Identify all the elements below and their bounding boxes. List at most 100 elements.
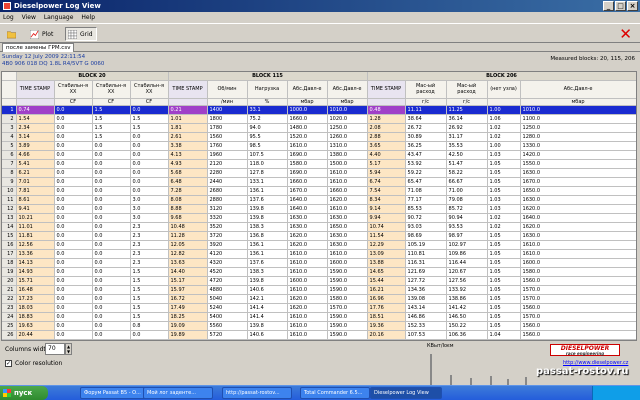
table-cell: 3.0 xyxy=(130,213,169,223)
table-cell: 133.1 xyxy=(247,177,288,187)
table-row[interactable]: 12 9.41 0.0 0.0 3.0 8.88 3120 139.8 1640.0 1610.0… xyxy=(2,204,636,214)
table-cell: 1.05 xyxy=(487,285,521,295)
table-row[interactable]: 10 7.81 0.0 0.0 0.0 7.28 2680 136.1 1670.0 1660.0… xyxy=(2,186,636,196)
open-folder-button[interactable] xyxy=(3,27,21,41)
menu-help[interactable]: Help xyxy=(78,12,98,23)
column-header[interactable]: Стабильн-я ХХ xyxy=(130,80,169,99)
taskbar-item[interactable]: http://passat-rostov... xyxy=(222,387,292,399)
column-header[interactable]: Абс.Давл-е xyxy=(287,80,328,99)
table-row[interactable]: 21 16.48 0.0 0.0 1.5 15.97 4880 140.6 1610.0 1590… xyxy=(2,285,636,295)
table-row[interactable]: 3 2.34 0.0 1.5 1.5 1.81 1780 94.0 1480.0 1250.0 2.… xyxy=(2,123,636,133)
plot-tab-button[interactable]: Plot xyxy=(27,27,57,41)
table-row[interactable]: 18 14.13 0.0 0.0 2.3 13.63 4320 137.6 1610.0 1600… xyxy=(2,258,636,268)
column-header[interactable]: Мас-ый расход xyxy=(405,80,447,99)
table-row[interactable]: 2 1.54 0.0 1.5 1.5 1.01 1800 75.2 1660.0 1020.0 1.… xyxy=(2,114,636,124)
table-cell: 142.1 xyxy=(247,294,288,304)
table-cell: 1110.0 xyxy=(520,339,636,340)
menu-log[interactable]: Log xyxy=(0,12,17,23)
table-cell: 1.05 xyxy=(487,294,521,304)
close-button[interactable]: × xyxy=(627,1,638,11)
table-row[interactable]: 20 15.71 0.0 0.0 1.5 15.17 4720 139.8 1600.0 1590… xyxy=(2,276,636,286)
table-row[interactable]: 6 4.66 0.0 0.0 0.0 4.13 1960 107.5 1690.0 1380.0 4… xyxy=(2,150,636,160)
column-header[interactable]: TIME STAMP xyxy=(168,80,208,99)
maximize-button[interactable]: □ xyxy=(615,1,626,11)
table-cell: 1.5 xyxy=(92,105,131,115)
table-cell: 1380.0 xyxy=(327,150,368,160)
table-row[interactable]: 2721.230.00.00.020.69548014.31000.01080.… xyxy=(2,339,636,340)
column-header[interactable]: Мас-ый расход xyxy=(446,80,488,99)
table-cell: 10.48 xyxy=(168,222,208,232)
table-row[interactable]: 11 8.61 0.0 0.0 3.0 8.08 2880 137.6 1640.0 1620.0… xyxy=(2,195,636,205)
table-cell: 0.0 xyxy=(54,339,93,340)
table-cell: 1.03 xyxy=(487,150,521,160)
data-grid[interactable]: BLOCK 20 BLOCK 115 BLOCK 206 TIME STAMP С… xyxy=(1,71,637,341)
columns-width-input[interactable]: 70 xyxy=(45,343,65,355)
column-unit xyxy=(16,98,55,106)
table-cell: 6.21 xyxy=(16,168,55,178)
color-resolution-checkbox[interactable]: ✓ Color resolution xyxy=(5,360,62,367)
file-tab[interactable]: после замены ГРМ.csv xyxy=(2,43,75,52)
column-header[interactable]: Абс.Давл-е xyxy=(327,80,368,99)
table-row[interactable]: 24 18.83 0.0 0.0 1.5 18.25 5400 141.4 1610.0 1590… xyxy=(2,312,636,322)
table-cell: 18.25 xyxy=(168,312,208,322)
table-cell: 1590.0 xyxy=(327,276,368,286)
table-row[interactable]: 14 11.01 0.0 0.0 2.3 10.48 3520 138.3 1630.0 1650… xyxy=(2,222,636,232)
table-row[interactable]: 8 6.21 0.0 0.0 0.0 5.68 2280 127.8 1690.0 1610.0 5… xyxy=(2,168,636,178)
table-cell: 137.6 xyxy=(247,258,288,268)
table-cell: 139.8 xyxy=(247,276,288,286)
column-header[interactable]: Нагрузка xyxy=(247,80,288,99)
bottom-panel: Columns width: 70 ▲ ▼ ✓ Color resolution К… xyxy=(0,342,640,385)
column-header[interactable]: TIME STAMP xyxy=(16,80,55,99)
column-header[interactable]: Стабильн-я ХХ xyxy=(92,80,131,99)
table-row[interactable]: 7 5.41 0.0 0.0 0.0 4.93 2120 118.0 1580.0 1500.0 5… xyxy=(2,159,636,169)
table-cell: 1.05 xyxy=(487,276,521,286)
table-row[interactable]: 26 20.44 0.0 0.0 0.0 19.89 5720 140.6 1610.0 1590… xyxy=(2,330,636,340)
grid-tab-button[interactable]: Grid xyxy=(65,27,97,41)
taskbar-item-active[interactable]: Dieselpower Log View xyxy=(370,387,442,399)
table-cell: 1000.0 xyxy=(287,339,328,340)
column-header[interactable]: (нет узла) xyxy=(487,80,521,99)
table-row[interactable]: 16 12.56 0.0 0.0 2.3 12.05 3920 136.1 1620.0 1630… xyxy=(2,240,636,250)
menu-language[interactable]: Language xyxy=(41,12,77,23)
minimize-button[interactable]: _ xyxy=(603,1,614,11)
table-cell: 16.21 xyxy=(367,285,406,295)
column-header[interactable]: Абс.Давл-е xyxy=(520,80,636,99)
table-cell: 16.72 xyxy=(168,294,208,304)
table-cell: 19.89 xyxy=(168,330,208,340)
block-header-206: BLOCK 206 xyxy=(367,72,636,81)
taskbar-item[interactable]: Форум Passat B5 - О... xyxy=(80,387,150,399)
table-cell: 1.5 xyxy=(92,123,131,133)
table-cell: 26.72 xyxy=(405,123,447,133)
table-row[interactable]: 1 0.74 0.0 1.5 0.0 0.21 1400 33.1 1000.0 1010.0 0.… xyxy=(2,105,636,115)
start-button[interactable]: пуск xyxy=(0,386,48,400)
table-row[interactable]: 17 13.36 0.0 0.0 2.3 12.82 4120 136.1 1610.0 1610… xyxy=(2,249,636,259)
table-row[interactable]: 9 7.01 0.0 0.0 0.0 6.48 2440 133.1 1660.0 1610.0 6… xyxy=(2,177,636,187)
table-row[interactable]: 15 11.81 0.0 0.0 2.3 11.28 3720 136.8 1620.0 1630… xyxy=(2,231,636,241)
column-header[interactable]: TIME STAMP xyxy=(367,80,406,99)
taskbar-item[interactable]: Мой лог заденте... xyxy=(143,387,213,399)
mini-chart xyxy=(430,354,527,385)
table-cell: 1080.0 xyxy=(327,339,368,340)
taskbar-item[interactable]: Total Commander 6.5... xyxy=(300,387,370,399)
table-cell: 0.0 xyxy=(54,330,93,340)
menu-view[interactable]: View xyxy=(19,12,39,23)
table-row[interactable]: 5 3.89 0.0 0.0 0.0 3.38 1760 98.5 1610.0 1310.0 3.… xyxy=(2,141,636,151)
columns-width-spinner[interactable]: ▲ ▼ xyxy=(65,343,72,355)
row-number: 4 xyxy=(2,132,17,142)
table-cell: 7.81 xyxy=(16,186,55,196)
table-row[interactable]: 4 3.14 0.0 1.5 0.0 2.61 1560 95.5 1520.0 1260.0 2.… xyxy=(2,132,636,142)
table-cell: 0.0 xyxy=(54,177,93,187)
table-row[interactable]: 19 14.93 0.0 0.0 1.5 14.40 4520 138.3 1610.0 1590… xyxy=(2,267,636,277)
close-x-icon[interactable]: ✕ xyxy=(619,25,632,43)
table-cell: 1.05 xyxy=(487,258,521,268)
table-cell: 53.92 xyxy=(405,159,447,169)
table-row[interactable]: 25 19.63 0.0 0.0 0.8 19.09 5560 139.8 1610.0 1590… xyxy=(2,321,636,331)
column-header[interactable]: Стабильн-я ХХ xyxy=(54,80,93,99)
table-row[interactable]: 13 10.21 0.0 0.0 3.0 9.68 3320 139.8 1630.0 1630.… xyxy=(2,213,636,223)
table-cell: 0.0 xyxy=(92,168,131,178)
table-row[interactable]: 22 17.23 0.0 0.0 1.5 16.72 5040 142.1 1620.0 1580… xyxy=(2,294,636,304)
column-header[interactable]: Об/мин xyxy=(207,80,248,99)
table-row[interactable]: 23 18.03 0.0 0.0 1.5 17.49 5240 141.4 1620.0 1570… xyxy=(2,303,636,313)
table-cell: 90.72 xyxy=(405,213,447,223)
table-cell: 1280.0 xyxy=(520,132,636,142)
